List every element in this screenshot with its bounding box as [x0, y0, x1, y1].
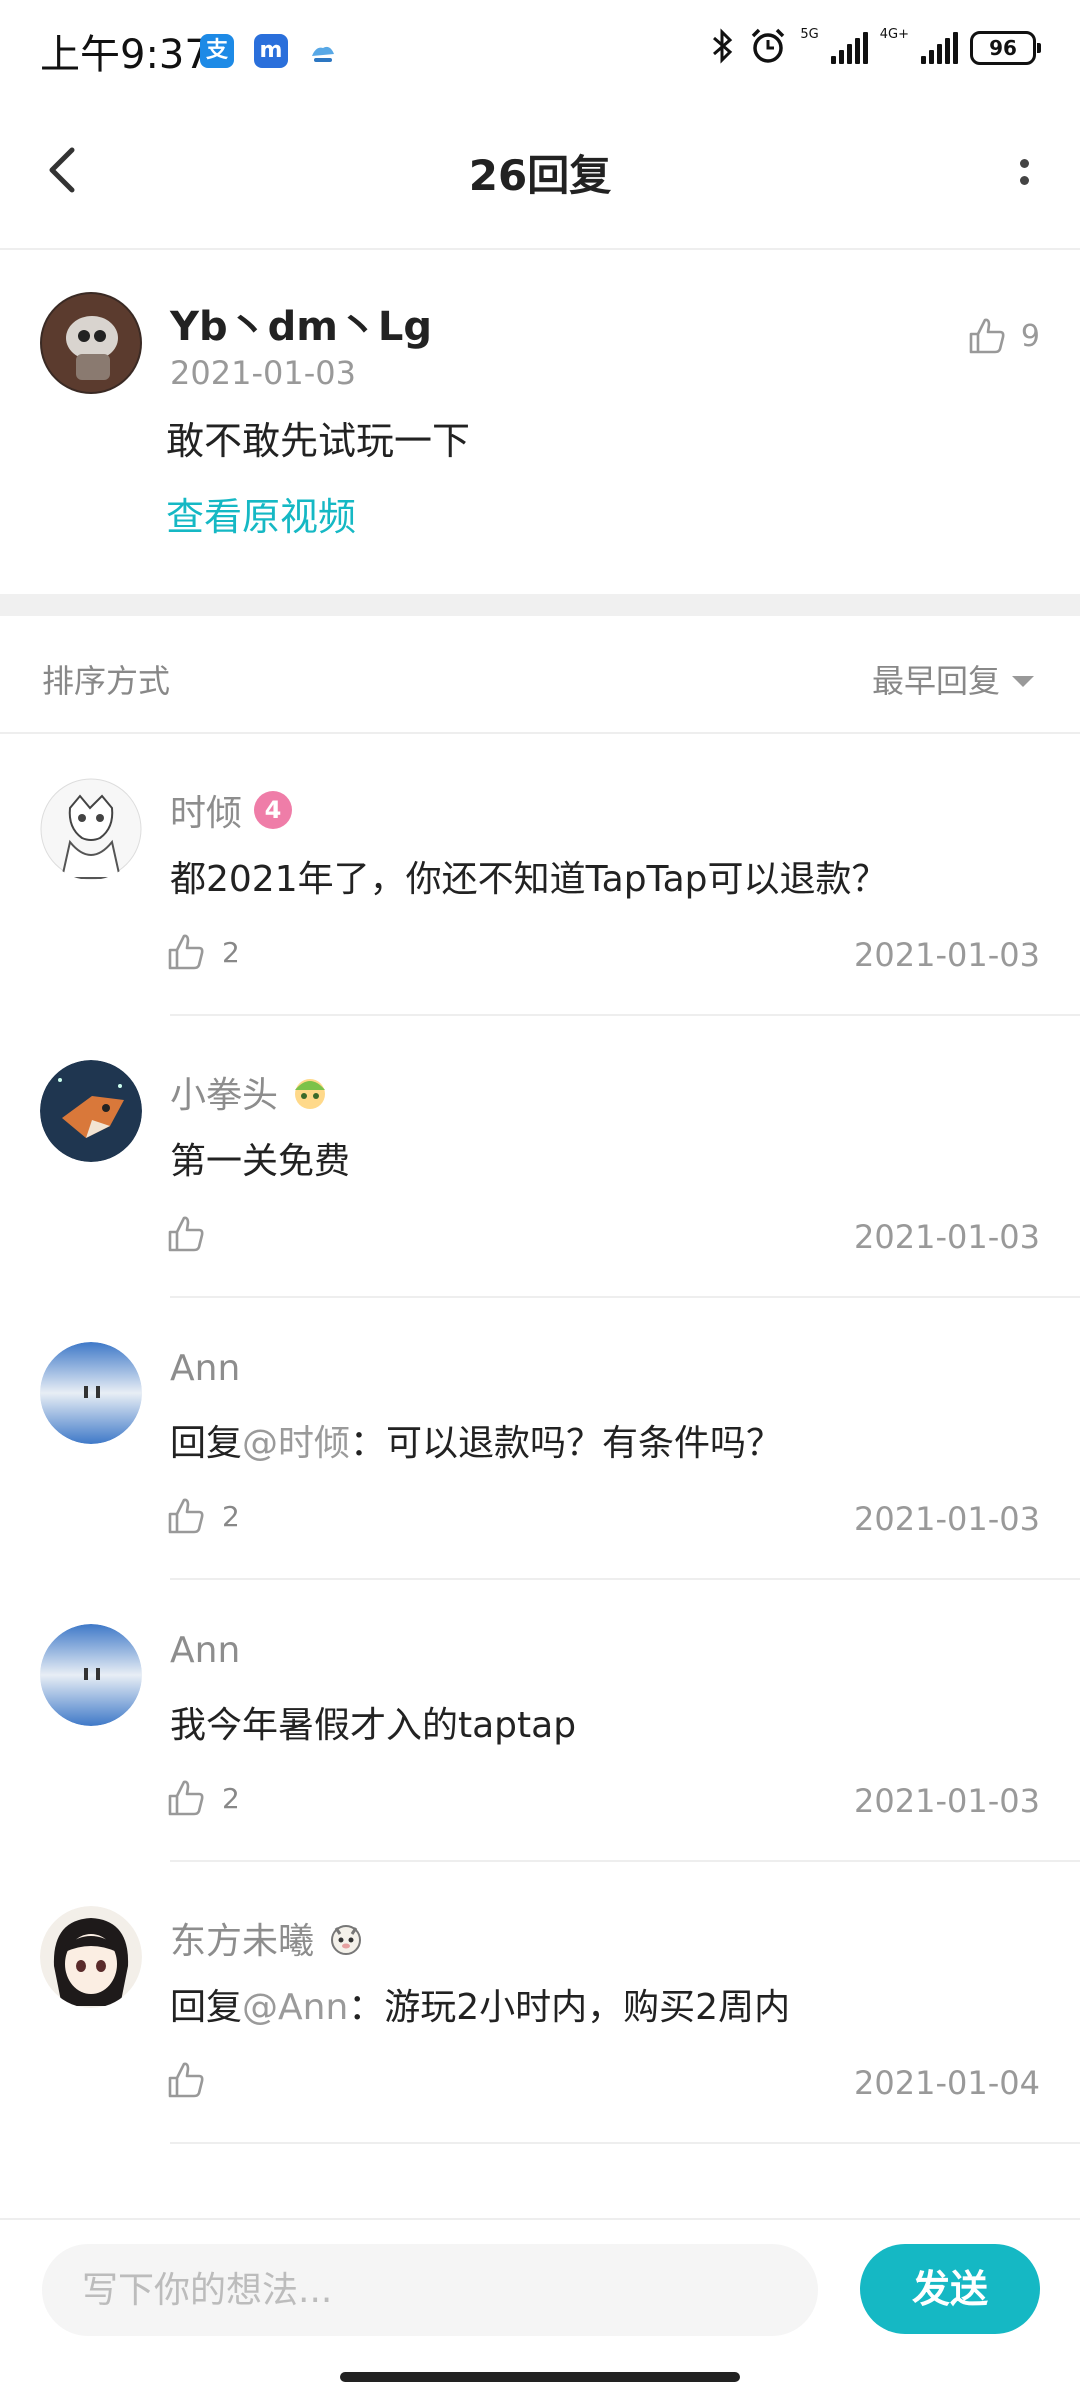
reply-author[interactable]: 东方未曦 — [170, 1912, 366, 1964]
status-time: 上午9:37 — [40, 32, 210, 78]
thumbs-up-icon — [168, 1780, 204, 1816]
signal-icon — [830, 32, 868, 64]
more-dot — [1019, 159, 1029, 168]
home-indicator[interactable] — [340, 2372, 740, 2382]
thumbs-up-icon — [168, 934, 204, 970]
avatar[interactable] — [40, 1060, 142, 1162]
cloud-app-icon — [306, 34, 340, 68]
reply-body: ：可以退款吗？有条件吗？ — [350, 1423, 783, 1464]
reply-prefix: 回复 — [170, 1423, 243, 1464]
reply-date: 2021-01-03 — [854, 1218, 1040, 1256]
mention-link[interactable]: @Ann — [242, 1987, 348, 2028]
thumbs-up-icon — [969, 318, 1005, 354]
caret-down-icon — [1012, 675, 1034, 687]
header: 26回复 — [0, 96, 1080, 250]
reply-author[interactable]: 小拳头 — [170, 1066, 330, 1118]
network-4g-label: 4G+ — [879, 26, 909, 42]
reply-item: 东方未曦 回复@Ann：游玩2小时内，购买2周内 2021-01-04 — [0, 1862, 1080, 2144]
reply-author-name: 小拳头 — [170, 1075, 279, 1116]
more-options-button[interactable] — [1004, 144, 1044, 200]
more-dot — [1019, 176, 1029, 185]
reply-like-button[interactable]: 2 — [166, 1496, 240, 1536]
comment-input[interactable] — [42, 2244, 818, 2336]
reply-author[interactable]: Ann — [170, 1348, 240, 1389]
battery-icon: 96 — [970, 31, 1041, 65]
post-like-button[interactable]: 9 — [967, 316, 1040, 356]
reply-like-button[interactable]: 2 — [166, 1778, 240, 1818]
reply-item: 时倾 4 都2021年了，你还不知道TapTap可以退款？ 2 2021-01-… — [0, 734, 1080, 1016]
avatar[interactable] — [40, 1906, 142, 2008]
reply-text: 回复@时倾：可以退款吗？有条件吗？ — [170, 1414, 782, 1466]
reply-body: ：游玩2小时内，购买2周内 — [348, 1987, 791, 2028]
alipay-icon: 支 — [200, 34, 234, 68]
reply-text: 我今年暑假才入的taptap — [170, 1705, 577, 1746]
app-m-icon: m — [254, 34, 288, 68]
post-date: 2021-01-03 — [170, 354, 356, 392]
divider — [170, 2142, 1080, 2144]
thumbs-up-icon — [168, 1216, 204, 1252]
network-5g-label: 5G — [800, 26, 819, 42]
reply-item: Ann 回复@时倾：可以退款吗？有条件吗？ 2 2021-01-03 — [0, 1298, 1080, 1580]
sort-dropdown[interactable]: 最早回复 — [872, 656, 1034, 702]
reply-item: 小拳头 第一关免费 2021-01-03 — [0, 1016, 1080, 1298]
reply-date: 2021-01-04 — [854, 2064, 1040, 2102]
main-post: Yb丶dm丶Lg 2021-01-03 9 敢不敢先试玩一下 查看原视频 — [0, 250, 1080, 594]
reply-author-name: 时倾 — [170, 793, 243, 834]
reply-date: 2021-01-03 — [854, 1500, 1040, 1538]
sort-row: 排序方式 最早回复 — [0, 616, 1080, 734]
reply-author[interactable]: 时倾 4 — [170, 784, 293, 836]
character-badge-icon — [326, 1918, 366, 1958]
reply-like-count: 2 — [222, 1499, 240, 1533]
avatar[interactable] — [40, 1342, 142, 1444]
post-author[interactable]: Yb丶dm丶Lg — [170, 294, 432, 352]
reply-prefix: 回复 — [170, 1987, 243, 2028]
reply-date: 2021-01-03 — [854, 936, 1040, 974]
avatar[interactable] — [40, 778, 142, 880]
sort-value: 最早回复 — [871, 662, 1000, 700]
sort-label: 排序方式 — [42, 662, 171, 700]
view-original-video-link[interactable]: 查看原视频 — [166, 486, 356, 541]
reply-text: 回复@Ann：游玩2小时内，购买2周内 — [170, 1978, 790, 2030]
reply-author-name: Ann — [170, 1630, 241, 1671]
avatar[interactable] — [40, 292, 142, 394]
status-bar: 上午9:37 支 m 5G 4G+ 96 — [0, 0, 1080, 96]
reply-like-button[interactable]: 2 — [166, 932, 240, 972]
thumbs-up-icon — [168, 2062, 204, 2098]
reply-text: 都2021年了，你还不知道TapTap可以退款？ — [170, 859, 888, 900]
comment-composer: 发送 — [0, 2218, 1080, 2358]
character-badge-icon — [290, 1072, 330, 1112]
reply-like-count: 2 — [222, 1781, 240, 1815]
section-divider — [0, 594, 1080, 616]
bluetooth-icon — [710, 28, 736, 68]
post-text: 敢不敢先试玩一下 — [166, 419, 471, 463]
page-title: 26回复 — [468, 151, 612, 200]
post-like-count: 9 — [1020, 318, 1040, 354]
reply-text: 第一关免费 — [170, 1141, 351, 1182]
reply-author-name: Ann — [170, 1348, 241, 1389]
reply-author-name: 东方未曦 — [170, 1921, 315, 1962]
reply-author[interactable]: Ann — [170, 1630, 240, 1671]
thumbs-up-icon — [168, 1498, 204, 1534]
reply-item: Ann 我今年暑假才入的taptap 2 2021-01-03 — [0, 1580, 1080, 1862]
reply-like-button[interactable] — [166, 2060, 222, 2100]
send-button[interactable]: 发送 — [860, 2244, 1040, 2334]
level-badge: 4 — [254, 791, 293, 829]
mention-link[interactable]: @时倾 — [242, 1423, 350, 1464]
alarm-icon — [748, 26, 788, 70]
reply-like-button[interactable] — [166, 1214, 222, 1254]
reply-like-count: 2 — [222, 935, 240, 969]
battery-level: 96 — [989, 36, 1017, 60]
avatar[interactable] — [40, 1624, 142, 1726]
signal-icon-2 — [921, 32, 958, 64]
reply-date: 2021-01-03 — [854, 1782, 1040, 1820]
